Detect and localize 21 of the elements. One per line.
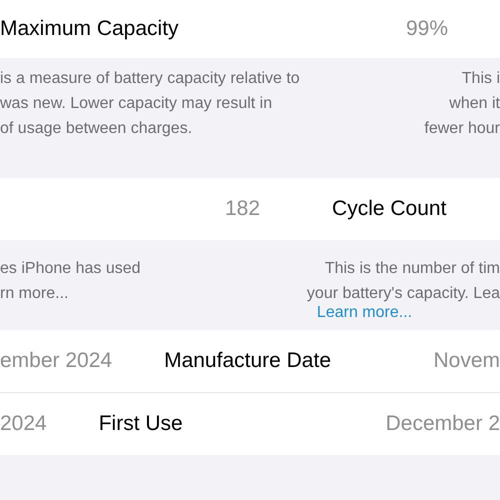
note-text: rn more... [0, 284, 70, 304]
row-label: Manufacture Date [164, 349, 332, 373]
note-text: when it [449, 94, 500, 114]
row-value: 182 [225, 197, 260, 221]
row-value: December 2 [386, 412, 500, 436]
note-text: was new. Lower capacity may result in [0, 94, 274, 114]
note-text: This i [462, 69, 500, 89]
row-value: ember 2024 [0, 349, 112, 373]
note-text: This is the number of tim [324, 259, 500, 279]
row-label: Maximum Capacity [0, 17, 179, 41]
row-value: Novem [433, 349, 500, 373]
row-label: Cycle Count [332, 197, 446, 221]
note-text: fewer hour [424, 119, 500, 139]
note-text: your battery's capacity. Lea [306, 284, 500, 304]
note-text: of usage between charges. [0, 119, 194, 139]
row-value: 2024 [0, 412, 47, 436]
note-text: es iPhone has used [0, 259, 141, 279]
note-text: is a measure of battery capacity relative to [0, 69, 300, 89]
learn-more-link[interactable]: Learn more... [316, 306, 412, 320]
row-label: First Use [98, 412, 183, 436]
row-value: 99% [406, 17, 448, 41]
